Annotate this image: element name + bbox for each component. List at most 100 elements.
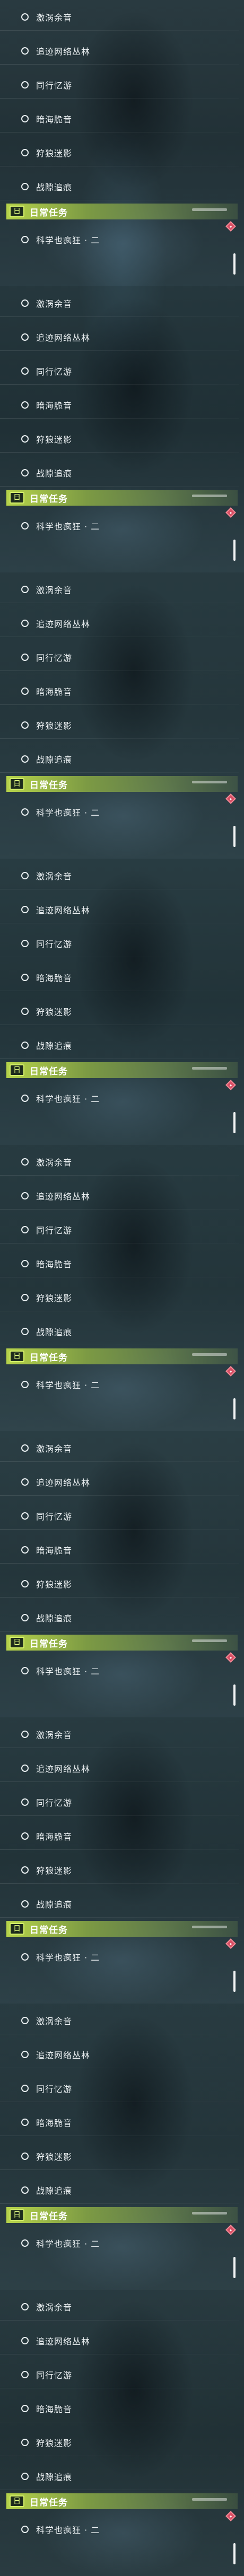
- daily-section-header[interactable]: 日日常任务: [6, 2207, 238, 2223]
- task-item[interactable]: 激涡余音: [0, 0, 244, 34]
- daily-section-header[interactable]: 日日常任务: [6, 490, 238, 506]
- daily-task-item[interactable]: 科学也疯狂 · 二: [0, 2226, 244, 2260]
- daily-task-item[interactable]: 科学也疯狂 · 二: [0, 1081, 244, 1115]
- task-item[interactable]: 暗海脆音: [0, 674, 244, 708]
- task-item[interactable]: 暗海脆音: [0, 388, 244, 422]
- task-item[interactable]: 战隙追痕: [0, 2459, 244, 2493]
- daily-task-item[interactable]: 科学也疯狂 · 二: [0, 1940, 244, 1974]
- header-decoration: [192, 1067, 227, 1070]
- task-item[interactable]: 追迹网络丛林: [0, 1751, 244, 1785]
- daily-section-header[interactable]: 日日常任务: [6, 776, 238, 792]
- task-label: 暗海脆音: [36, 1546, 73, 1556]
- task-item[interactable]: 战隙追痕: [0, 1601, 244, 1635]
- task-item[interactable]: 同行忆游: [0, 354, 244, 388]
- task-item[interactable]: 追迹网络丛林: [0, 1465, 244, 1499]
- daily-section-header[interactable]: 日日常任务: [6, 204, 238, 219]
- task-item[interactable]: 战隙追痕: [0, 456, 244, 490]
- task-item[interactable]: 战隙追痕: [0, 742, 244, 776]
- scroll-indicator[interactable]: [233, 1684, 236, 1706]
- task-item[interactable]: 狩狼迷影: [0, 708, 244, 742]
- daily-section-header[interactable]: 日日常任务: [6, 2493, 238, 2509]
- scroll-indicator[interactable]: [233, 826, 236, 847]
- task-item[interactable]: 暗海脆音: [0, 102, 244, 136]
- task-label: 暗海脆音: [36, 1259, 73, 1269]
- task-item[interactable]: 狩狼迷影: [0, 1853, 244, 1887]
- circle-outline-icon: [21, 1731, 29, 1738]
- task-label: 同行忆游: [36, 2084, 73, 2094]
- scroll-indicator[interactable]: [233, 1398, 236, 1419]
- task-item[interactable]: 激涡余音: [0, 2290, 244, 2324]
- task-item[interactable]: 追迹网络丛林: [0, 34, 244, 68]
- task-label: 狩狼迷影: [36, 148, 73, 158]
- daily-task-item[interactable]: 科学也疯狂 · 二: [0, 1654, 244, 1688]
- task-item[interactable]: 战隙追痕: [0, 2173, 244, 2207]
- task-item[interactable]: 暗海脆音: [0, 1533, 244, 1567]
- scroll-indicator[interactable]: [233, 2543, 236, 2564]
- task-item[interactable]: 狩狼迷影: [0, 1567, 244, 1601]
- daily-section-header[interactable]: 日日常任务: [6, 1348, 238, 1364]
- task-item[interactable]: 暗海脆音: [0, 2105, 244, 2139]
- scroll-indicator[interactable]: [233, 1971, 236, 1992]
- header-decoration: [192, 781, 227, 783]
- task-item[interactable]: 同行忆游: [0, 1499, 244, 1533]
- task-item[interactable]: 追迹网络丛林: [0, 2324, 244, 2358]
- task-item[interactable]: 同行忆游: [0, 640, 244, 674]
- task-label: 激涡余音: [36, 2302, 73, 2313]
- scroll-indicator[interactable]: [233, 1112, 236, 1133]
- task-item[interactable]: 同行忆游: [0, 2358, 244, 2392]
- daily-task-item[interactable]: 科学也疯狂 · 二: [0, 223, 244, 257]
- task-item[interactable]: 同行忆游: [0, 1213, 244, 1247]
- task-item[interactable]: 激涡余音: [0, 286, 244, 320]
- daily-task-item[interactable]: 科学也疯狂 · 二: [0, 509, 244, 543]
- circle-outline-icon: [21, 1580, 29, 1587]
- circle-outline-icon: [21, 687, 29, 695]
- scroll-indicator[interactable]: [233, 540, 236, 561]
- task-label: 激涡余音: [36, 2016, 73, 2026]
- task-item[interactable]: 同行忆游: [0, 2071, 244, 2105]
- task-item[interactable]: 战隙追痕: [0, 170, 244, 204]
- task-item[interactable]: 激涡余音: [0, 1431, 244, 1465]
- daily-section-header[interactable]: 日日常任务: [6, 1062, 238, 1078]
- task-item[interactable]: 狩狼迷影: [0, 422, 244, 456]
- task-item[interactable]: 狩狼迷影: [0, 1281, 244, 1315]
- task-item[interactable]: 狩狼迷影: [0, 2139, 244, 2173]
- task-item[interactable]: 激涡余音: [0, 859, 244, 893]
- task-item[interactable]: 战隙追痕: [0, 1028, 244, 1062]
- task-item[interactable]: 战隙追痕: [0, 1887, 244, 1921]
- task-item[interactable]: 狩狼迷影: [0, 2425, 244, 2459]
- task-item[interactable]: 追迹网络丛林: [0, 1179, 244, 1213]
- daily-task-label: 科学也疯狂 · 二: [36, 2239, 100, 2249]
- daily-task-item[interactable]: 科学也疯狂 · 二: [0, 1368, 244, 1401]
- task-item[interactable]: 暗海脆音: [0, 1819, 244, 1853]
- daily-task-label: 科学也疯狂 · 二: [36, 2525, 100, 2535]
- task-item[interactable]: 追迹网络丛林: [0, 320, 244, 354]
- task-item[interactable]: 战隙追痕: [0, 1315, 244, 1348]
- task-item[interactable]: 激涡余音: [0, 1145, 244, 1179]
- task-item[interactable]: 狩狼迷影: [0, 136, 244, 170]
- task-item[interactable]: 追迹网络丛林: [0, 893, 244, 927]
- task-item[interactable]: 激涡余音: [0, 2004, 244, 2037]
- daily-task-item[interactable]: 科学也疯狂 · 二: [0, 2512, 244, 2546]
- scroll-indicator[interactable]: [233, 253, 236, 275]
- quest-panel: 激涡余音 追迹网络丛林 同行忆游暗海脆音狩狼迷影 战隙追痕日日常任务科学也疯狂 · 二: [0, 1145, 244, 1431]
- task-item[interactable]: 狩狼迷影: [0, 994, 244, 1028]
- task-item[interactable]: 暗海脆音: [0, 1247, 244, 1281]
- task-item[interactable]: 追迹网络丛林: [0, 606, 244, 640]
- task-item[interactable]: 同行忆游: [0, 1785, 244, 1819]
- task-item[interactable]: 暗海脆音: [0, 960, 244, 994]
- daily-calendar-icon: 日: [10, 2495, 24, 2507]
- daily-section-header[interactable]: 日日常任务: [6, 1921, 238, 1937]
- task-item[interactable]: 暗海脆音: [0, 2392, 244, 2425]
- section-title: 日常任务: [30, 1066, 68, 1077]
- task-item[interactable]: 同行忆游: [0, 927, 244, 960]
- task-item[interactable]: 追迹网络丛林: [0, 2037, 244, 2071]
- task-item[interactable]: 激涡余音: [0, 572, 244, 606]
- task-item[interactable]: 激涡余音: [0, 1717, 244, 1751]
- daily-task-item[interactable]: 科学也疯狂 · 二: [0, 795, 244, 829]
- quest-panel: 激涡余音 追迹网络丛林 同行忆游 暗海脆音狩狼迷影战隙追痕日日常任务科学也疯狂 · 二: [0, 0, 244, 286]
- scroll-indicator[interactable]: [233, 2257, 236, 2278]
- task-label: 同行忆游: [36, 653, 73, 663]
- header-decoration: [192, 208, 227, 211]
- task-item[interactable]: 同行忆游: [0, 68, 244, 102]
- daily-section-header[interactable]: 日日常任务: [6, 1635, 238, 1651]
